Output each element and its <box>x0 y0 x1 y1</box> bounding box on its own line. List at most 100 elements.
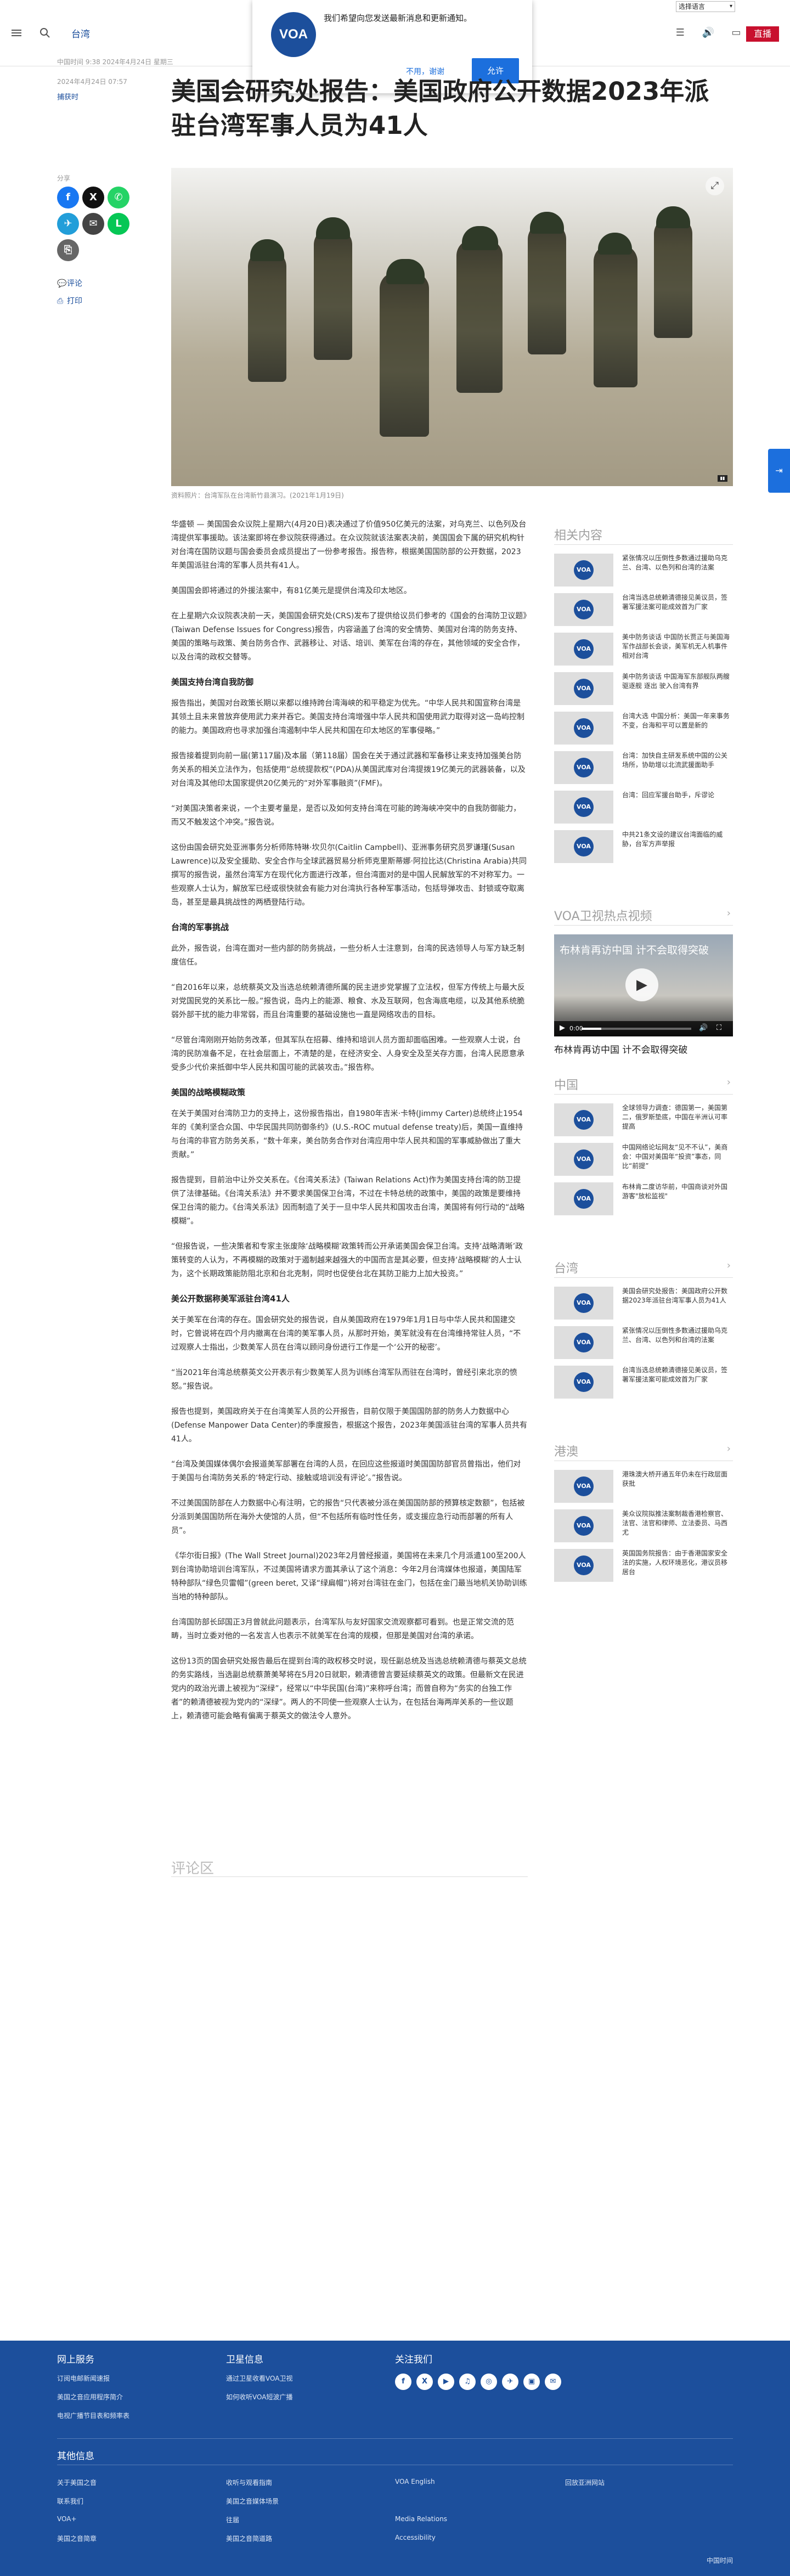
rail-thumbnail[interactable]: VOA <box>554 1287 613 1320</box>
volume-icon[interactable]: 🔊 <box>699 1024 708 1032</box>
x-icon[interactable]: X <box>82 187 104 208</box>
rail-thumbnail[interactable]: VOA <box>554 1326 613 1359</box>
live-button[interactable]: 直播 <box>746 26 779 42</box>
rail-thumbnail[interactable]: VOA <box>554 633 613 666</box>
footer-link[interactable]: 通过卫星收看VOA卫视 <box>226 2374 292 2383</box>
play-small-icon[interactable]: ▶ <box>560 1024 565 1032</box>
email-icon[interactable]: ✉ <box>82 213 104 235</box>
footer-link[interactable]: 如何收听VOA短波广播 <box>226 2392 292 2402</box>
rail-item-title[interactable]: 紧张情况以压倒性多数通过援助乌克兰、台湾、以色列和台湾的法案 <box>622 554 733 572</box>
side-float-tab[interactable]: ⇥ <box>768 449 790 493</box>
play-icon[interactable]: ▶ <box>625 968 658 1001</box>
rail-item[interactable]: VOA 英国国务院报告：由于香港国家安全法的实施，人权环境恶化，港议员移居台 <box>554 1549 733 1588</box>
rail-item-title[interactable]: 全球领导力调查：德国第一，美国第二，俄罗斯垫底，中国在半洲认可率提高 <box>622 1103 733 1131</box>
rail-thumbnail[interactable]: VOA <box>554 791 613 824</box>
rail-item[interactable]: VOA 中共21条文设的建议台湾面临的威胁，台军方声举报 <box>554 830 733 870</box>
rail-item[interactable]: VOA 紧张情况以压倒性多数通过援助乌克兰、台湾、以色列和台湾的法案 <box>554 1326 733 1366</box>
video-icon[interactable]: ▭ <box>727 26 745 40</box>
rail-thumbnail[interactable]: VOA <box>554 1103 613 1136</box>
rail-item-title[interactable]: 美中防务谈话 中国海军东部舰队两艘驱逐舰 逐出 驶入台湾有界 <box>622 672 733 691</box>
rail-thumbnail[interactable]: VOA <box>554 1509 613 1542</box>
footer-link[interactable]: 联系我们 <box>57 2496 83 2506</box>
fullscreen-icon[interactable]: ⛶ <box>716 1024 721 1032</box>
rail-thumbnail[interactable]: VOA <box>554 751 613 784</box>
rail-item[interactable]: VOA 美国会研究处报告：美国政府公开数据2023年派驻台湾军事人员为41人 <box>554 1287 733 1326</box>
rail-item[interactable]: VOA 台湾：回应军援台助手，斥谬论 <box>554 791 733 830</box>
video-progress[interactable] <box>582 1028 691 1030</box>
tiktok-icon[interactable]: ♫ <box>459 2374 476 2390</box>
rail-thumbnail[interactable]: VOA <box>554 554 613 587</box>
chevron-right-icon[interactable]: › <box>727 1260 731 1271</box>
hero-image[interactable]: ⤢ ▮▮ <box>171 168 733 486</box>
rail-thumbnail[interactable]: VOA <box>554 1549 613 1582</box>
rail-item[interactable]: VOA 港珠澳大桥开通五年仍未在行政层面获批 <box>554 1470 733 1509</box>
footer-link[interactable]: 回放亚洲网站 <box>565 2478 605 2487</box>
rail-thumbnail[interactable]: VOA <box>554 712 613 745</box>
chevron-right-icon[interactable]: › <box>727 1076 731 1088</box>
footer-link[interactable]: 美国之音简章 <box>57 2534 97 2543</box>
rail-item-title[interactable]: 台湾：加快自主研发系统中国的公关场所，协助增以北流武援面助手 <box>622 751 733 770</box>
rail-item[interactable]: VOA 美众议院拟推法案制裁香港检察官、法官、法官和律师、立法委员、马西尤 <box>554 1509 733 1549</box>
email-icon[interactable]: ✉ <box>545 2374 561 2390</box>
rail-thumbnail[interactable]: VOA <box>554 593 613 626</box>
rail-thumbnail[interactable]: VOA <box>554 672 613 705</box>
telegram-icon[interactable]: ✈ <box>57 213 79 235</box>
rail-item-title[interactable]: 紧张情况以压倒性多数通过援助乌克兰、台湾、以色列和台湾的法案 <box>622 1326 733 1345</box>
footer-link[interactable]: 往届 <box>226 2515 239 2524</box>
footer-link[interactable]: 美国之音简道路 <box>226 2534 272 2543</box>
footer-link[interactable]: 订阅电邮新闻速报 <box>57 2374 110 2383</box>
rail-item-title[interactable]: 台湾大选 中国分析：美国一年来事务不变，台海和平可以置是新的 <box>622 712 733 730</box>
whatsapp-icon[interactable]: ✆ <box>108 187 129 208</box>
rail-item[interactable]: VOA 中国网络论坛网友“见不不认”，美商会：中国对美国年“投资”事态，同比“前提… <box>554 1143 733 1182</box>
copy-link-icon[interactable]: ⎘ <box>57 239 79 261</box>
footer-link[interactable]: VOA+ <box>57 2515 77 2523</box>
audio-icon[interactable]: 🔊 <box>699 26 717 40</box>
rail-item-title[interactable]: 英国国务院报告：由于香港国家安全法的实施，人权环境恶化，港议员移居台 <box>622 1549 733 1577</box>
chevron-right-icon[interactable]: › <box>727 1443 731 1455</box>
footer-link[interactable]: 关于美国之音 <box>57 2478 97 2487</box>
video-player[interactable]: 布林肯再访中国 计不会取得突破 ▶ ▶ 0:00 🔊 ⛶ <box>554 934 733 1036</box>
video-caption[interactable]: 布林肯再访中国 计不会取得突破 <box>554 1042 733 1056</box>
rss-icon[interactable]: ▣ <box>523 2374 540 2390</box>
rail-item[interactable]: VOA 美中防务谈话 中国海军东部舰队两艘驱逐舰 逐出 驶入台湾有界 <box>554 672 733 712</box>
rail-item[interactable]: VOA 全球领导力调查：德国第一，美国第二，俄罗斯垫底，中国在半洲认可率提高 <box>554 1103 733 1143</box>
footer-link[interactable]: Accessibility <box>395 2534 436 2541</box>
x-icon[interactable]: X <box>416 2374 433 2390</box>
comment-link[interactable]: 💬评论 <box>57 278 82 289</box>
footer-link[interactable]: Media Relations <box>395 2515 447 2523</box>
rail-item[interactable]: VOA 紧张情况以压倒性多数通过援助乌克兰、台湾、以色列和台湾的法案 <box>554 554 733 593</box>
telegram-icon[interactable]: ✈ <box>502 2374 518 2390</box>
language-select[interactable]: 选择语言 ▾ <box>676 1 735 12</box>
search-icon[interactable] <box>38 26 52 40</box>
footer-link[interactable]: 收听与观看指南 <box>226 2478 272 2487</box>
footer-link[interactable]: VOA English <box>395 2478 435 2485</box>
rail-thumbnail[interactable]: VOA <box>554 1143 613 1176</box>
rail-item[interactable]: VOA 台湾当选总统赖清德接见美议员，签署军援法案可能成效首为厂家 <box>554 593 733 633</box>
chevron-right-icon[interactable]: › <box>727 907 731 919</box>
rail-thumbnail[interactable]: VOA <box>554 1366 613 1399</box>
instagram-icon[interactable]: ◎ <box>481 2374 497 2390</box>
rail-thumbnail[interactable]: VOA <box>554 1470 613 1503</box>
footer-link[interactable]: 美国之音应用程序简介 <box>57 2392 123 2402</box>
rail-item-title[interactable]: 港珠澳大桥开通五年仍未在行政层面获批 <box>622 1470 733 1489</box>
rail-thumbnail[interactable]: VOA <box>554 830 613 863</box>
line-icon[interactable]: L <box>108 213 129 235</box>
rail-item-title[interactable]: 美众议院拟推法案制裁香港检察官、法官、法官和律师、立法委员、马西尤 <box>622 1509 733 1537</box>
rail-item-title[interactable]: 美中防务谈话 中国防长贾正与美国海军作战部长会谈，美军机无人机事件相对台湾 <box>622 633 733 661</box>
rail-item-title[interactable]: 台湾当选总统赖清德接见美议员，签署军援法案可能成效首为厂家 <box>622 1366 733 1384</box>
rail-item[interactable]: VOA 台湾：加快自主研发系统中国的公关场所，协助增以北流武援面助手 <box>554 751 733 791</box>
rail-item-title[interactable]: 台湾：回应军援台助手，斥谬论 <box>622 791 733 800</box>
rail-item[interactable]: VOA 台湾当选总统赖清德接见美议员，签署军援法案可能成效首为厂家 <box>554 1366 733 1405</box>
menu-icon[interactable] <box>10 26 23 40</box>
facebook-icon[interactable]: f <box>57 187 79 208</box>
facebook-icon[interactable]: f <box>395 2374 411 2390</box>
author-link[interactable]: 捕获时 <box>57 91 78 102</box>
rail-item[interactable]: VOA 布林肯二度访华前，中国商谈对外国游客"放松监视" <box>554 1182 733 1222</box>
section-title[interactable]: 台湾 <box>71 26 90 40</box>
rail-thumbnail[interactable]: VOA <box>554 1182 613 1215</box>
footer-link[interactable]: 美国之音媒体场景 <box>226 2496 279 2506</box>
footer-link[interactable]: 电视广播节目表和频率表 <box>57 2411 129 2420</box>
rail-item[interactable]: VOA 美中防务谈话 中国防长贾正与美国海军作战部长会谈，美军机无人机事件相对台湾 <box>554 633 733 672</box>
podcast-icon[interactable]: ☰ <box>672 26 689 40</box>
expand-icon[interactable]: ⤢ <box>706 177 724 195</box>
